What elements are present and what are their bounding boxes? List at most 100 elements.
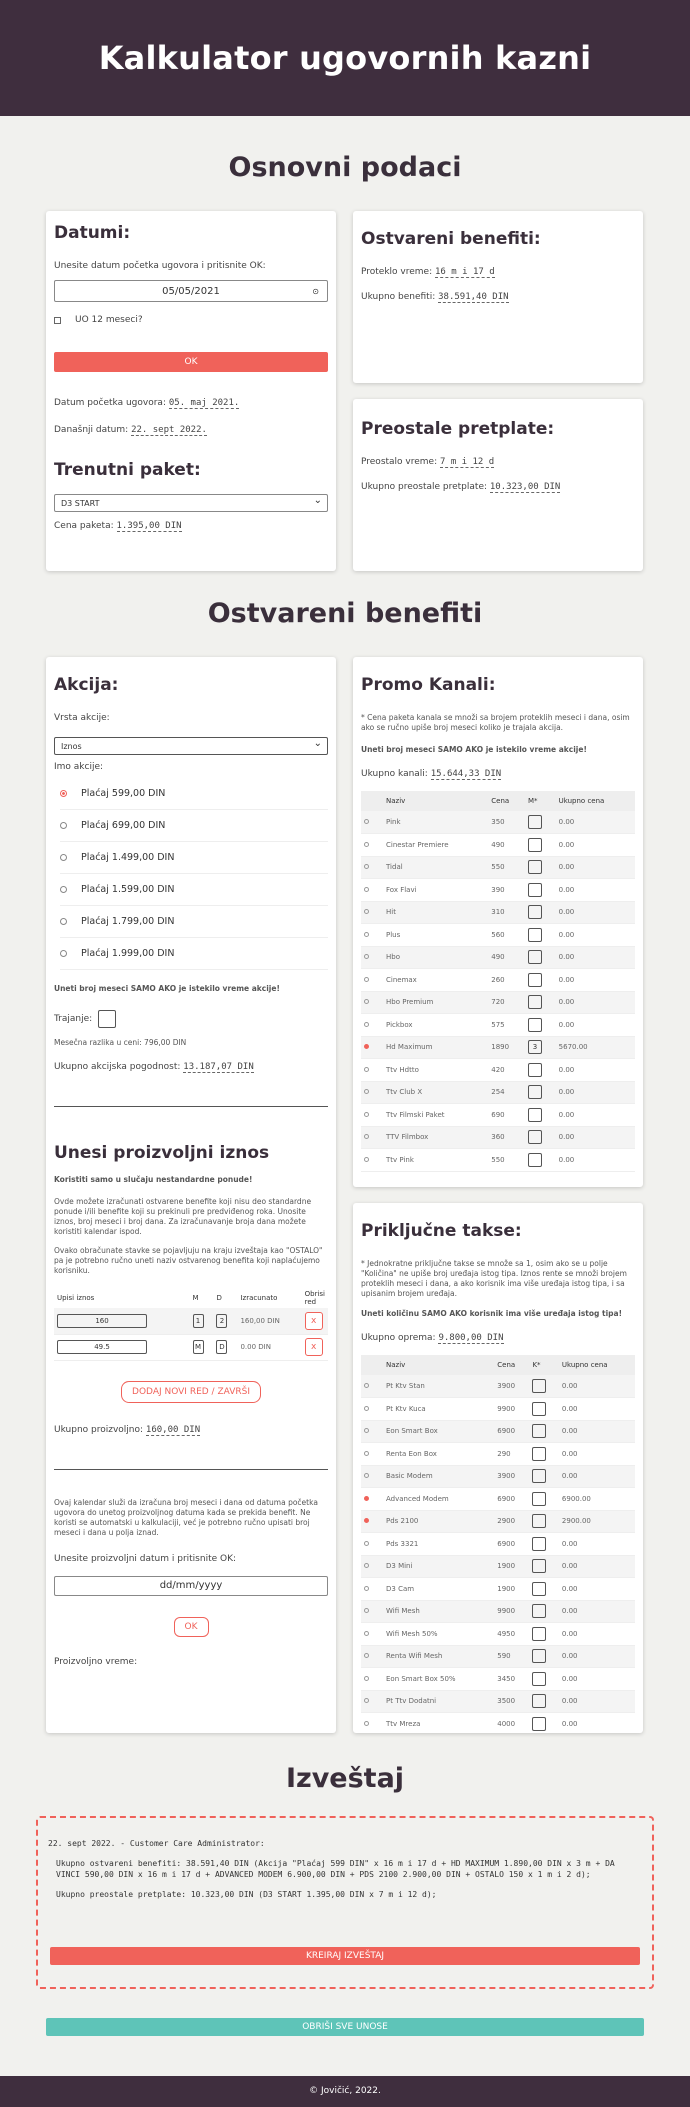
item-count-input[interactable]: [527, 905, 542, 920]
row-select-icon[interactable]: [364, 819, 369, 824]
clear-all-button[interactable]: OBRIŠI SVE UNOSE: [46, 2018, 644, 2036]
days-input[interactable]: 2: [216, 1313, 228, 1328]
row-select-icon[interactable]: [364, 1428, 369, 1434]
item-count-input[interactable]: [532, 1401, 547, 1416]
row-select-icon[interactable]: [364, 1044, 369, 1050]
item-count-input[interactable]: [532, 1469, 547, 1484]
row-select-icon[interactable]: [364, 1630, 369, 1636]
row-select-icon[interactable]: [364, 1156, 369, 1162]
row-select-icon[interactable]: [364, 1585, 369, 1591]
days-input[interactable]: D: [216, 1340, 228, 1354]
row-select-icon[interactable]: [364, 1675, 369, 1681]
table-row: Cinestar Premiere 490 0.00: [361, 833, 635, 857]
row-select-icon[interactable]: [364, 1473, 369, 1479]
col-m: M: [189, 1288, 214, 1308]
row-select-icon[interactable]: [364, 909, 369, 915]
radio-icon: [60, 918, 67, 925]
item-count-input[interactable]: [527, 837, 542, 852]
item-count-input[interactable]: [532, 1491, 547, 1506]
row-select-icon[interactable]: [364, 1134, 369, 1140]
row-select-icon[interactable]: [364, 931, 369, 937]
item-count-input[interactable]: [532, 1716, 547, 1731]
row-select-icon[interactable]: [364, 1653, 369, 1659]
action-option[interactable]: Plaćaj 599,00 DIN: [60, 778, 328, 810]
item-count-input[interactable]: [532, 1379, 547, 1393]
action-type-select[interactable]: Iznos: [54, 737, 328, 755]
row-select-icon[interactable]: [364, 999, 369, 1005]
row-select-icon[interactable]: [364, 1021, 369, 1027]
item-count-input[interactable]: [532, 1446, 547, 1461]
table-row: Cinemax 260 0.00: [361, 968, 635, 992]
dates-ok-button[interactable]: OK: [54, 352, 328, 372]
row-select-icon[interactable]: [364, 1698, 369, 1704]
item-count-input[interactable]: [532, 1424, 547, 1439]
uo-12-checkbox[interactable]: [54, 316, 61, 324]
row-select-icon[interactable]: [364, 976, 369, 982]
item-count-input[interactable]: [532, 1626, 547, 1641]
row-select-icon[interactable]: [364, 1405, 369, 1411]
item-count-input[interactable]: [527, 1017, 542, 1032]
row-select-icon[interactable]: [364, 1066, 369, 1072]
action-option-label: Plaćaj 599,00 DIN: [81, 788, 166, 799]
months-input[interactable]: 1: [192, 1313, 204, 1328]
amount-input[interactable]: 49.5: [57, 1340, 147, 1354]
row-select-icon[interactable]: [364, 1495, 369, 1501]
row-select-icon[interactable]: [364, 1720, 369, 1726]
row-select-icon[interactable]: [364, 864, 369, 870]
item-count-input[interactable]: [532, 1559, 547, 1574]
item-count-input[interactable]: [527, 1085, 542, 1100]
months-input[interactable]: M: [192, 1340, 204, 1354]
duration-input[interactable]: [98, 1010, 117, 1028]
create-report-button[interactable]: KREIRAJ IZVEŠTAJ: [50, 1947, 640, 1965]
item-count-input[interactable]: [527, 860, 542, 875]
item-count-input[interactable]: [532, 1604, 547, 1619]
promo-total-label: Ukupno kanali:: [361, 769, 428, 779]
item-count-input[interactable]: [527, 995, 542, 1010]
row-select-icon[interactable]: [364, 1563, 369, 1569]
contract-date-input[interactable]: 05/05/2021 ⊙: [54, 280, 328, 302]
calendar-icon[interactable]: ⊙: [312, 287, 319, 296]
action-option[interactable]: Plaćaj 1.499,00 DIN: [60, 842, 328, 874]
item-count-input[interactable]: [532, 1581, 547, 1596]
row-select-icon[interactable]: [364, 1089, 369, 1095]
delete-row-button[interactable]: x: [304, 1311, 323, 1330]
amount-input[interactable]: 160: [57, 1313, 147, 1328]
item-count-input[interactable]: [527, 1130, 542, 1145]
item-count-input[interactable]: [527, 1152, 542, 1167]
table-row: Ttv Mreza 4000 0.00: [361, 1712, 635, 1733]
item-count-input[interactable]: [527, 950, 542, 965]
row-select-icon[interactable]: [364, 1450, 369, 1456]
elapsed-label: Proteklo vreme:: [361, 267, 433, 277]
item-count-input[interactable]: [532, 1649, 547, 1664]
action-option[interactable]: Plaćaj 1.799,00 DIN: [60, 906, 328, 938]
item-count-input[interactable]: 3: [527, 1040, 542, 1055]
add-row-button[interactable]: DODAJ NOVI RED / ZAVRŠI: [121, 1380, 261, 1403]
package-select[interactable]: D3 START: [54, 494, 328, 512]
row-select-icon[interactable]: [364, 1111, 369, 1117]
item-count-input[interactable]: [527, 815, 542, 829]
action-option[interactable]: Plaćaj 1.599,00 DIN: [60, 874, 328, 906]
row-select-icon[interactable]: [364, 886, 369, 892]
action-option[interactable]: Plaćaj 699,00 DIN: [60, 810, 328, 842]
action-option[interactable]: Plaćaj 1.999,00 DIN: [60, 938, 328, 970]
row-select-icon[interactable]: [364, 1518, 369, 1524]
row-select-icon[interactable]: [364, 954, 369, 960]
item-count-input[interactable]: [527, 927, 542, 942]
row-select-icon[interactable]: [364, 1383, 369, 1388]
item-count-input[interactable]: [532, 1694, 547, 1709]
item-count-input[interactable]: [527, 1107, 542, 1122]
item-count-input[interactable]: [527, 1062, 542, 1077]
row-select-icon[interactable]: [364, 1540, 369, 1546]
fees-table: Naziv Cena K* Ukupno cena Pt Ktv Stan 3900 0.…: [361, 1355, 635, 1733]
custom-ok-button[interactable]: OK: [173, 1616, 209, 1637]
item-count-input[interactable]: [532, 1536, 547, 1551]
item-total: 0.00: [555, 1126, 635, 1149]
item-count-input[interactable]: [527, 972, 542, 987]
custom-date-input[interactable]: dd/mm/yyyy: [54, 1575, 328, 1596]
row-select-icon[interactable]: [364, 1608, 369, 1614]
item-count-input[interactable]: [532, 1514, 547, 1529]
item-count-input[interactable]: [527, 882, 542, 897]
item-count-input[interactable]: [532, 1671, 547, 1686]
delete-row-button[interactable]: x: [304, 1338, 323, 1356]
row-select-icon[interactable]: [364, 841, 369, 847]
